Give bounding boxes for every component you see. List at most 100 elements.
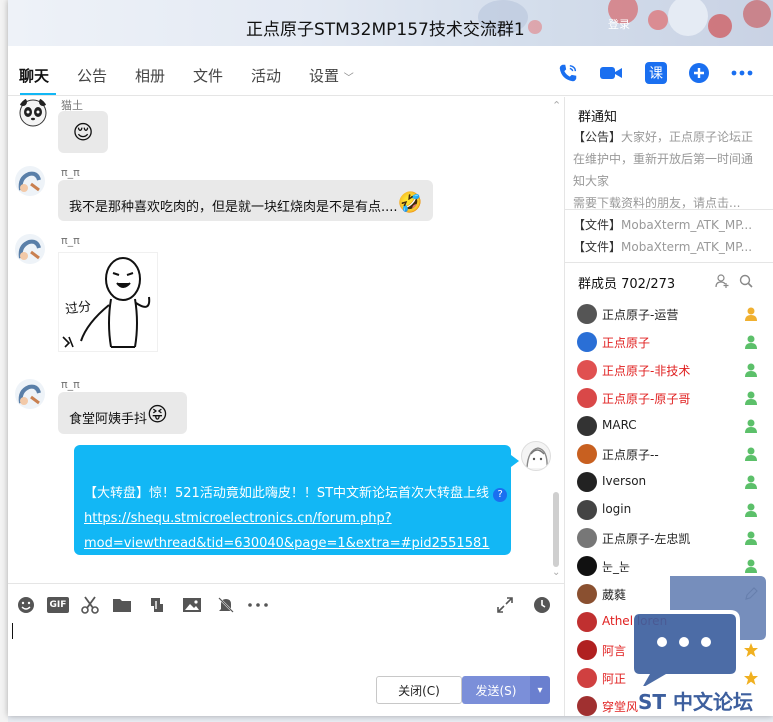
- lesson-icon-label: 课: [645, 62, 667, 84]
- bubble-tail: [511, 455, 519, 467]
- file-name: MobaXterm_ATK_MP...: [621, 240, 753, 254]
- decor: [708, 14, 732, 38]
- member-avatar: [577, 528, 597, 548]
- more-icon[interactable]: [730, 61, 754, 85]
- tab-files[interactable]: 文件: [193, 65, 223, 86]
- file-item[interactable]: 【文件】MobaXterm_ATK_MP...: [573, 216, 763, 233]
- more-icon[interactable]: [248, 595, 268, 615]
- phone-icon[interactable]: [556, 61, 580, 85]
- member-item[interactable]: 正点原子-左忠凯: [577, 526, 767, 550]
- member-name: login: [602, 502, 632, 516]
- avatar[interactable]: [15, 379, 45, 409]
- member-role-icon: [743, 530, 759, 546]
- add-member-icon[interactable]: [715, 274, 729, 292]
- close-button[interactable]: 关闭(C): [376, 676, 462, 704]
- member-role-icon: [743, 362, 759, 378]
- scissors-icon[interactable]: [80, 595, 100, 615]
- member-item[interactable]: 正点原子-运营: [577, 302, 767, 326]
- clock-icon[interactable]: [532, 595, 552, 615]
- help-icon[interactable]: ?: [493, 488, 508, 502]
- member-item[interactable]: 正点原子-非技术: [577, 358, 767, 382]
- send-button[interactable]: 发送(S): [462, 676, 530, 704]
- background-window: [0, 0, 8, 722]
- avatar[interactable]: [18, 97, 48, 127]
- tab-chat[interactable]: 聊天: [19, 65, 49, 86]
- avatar[interactable]: [15, 166, 45, 196]
- member-name: 正点原子-运营: [602, 308, 679, 322]
- member-avatar: [577, 416, 597, 436]
- decor: [743, 0, 771, 28]
- divider: [565, 262, 773, 263]
- scrollbar[interactable]: [553, 492, 559, 567]
- file-item[interactable]: 【文件】MobaXterm_ATK_MP...: [573, 238, 763, 255]
- message-bubble[interactable]: 我不是那种喜欢吃肉的，但是就一块红烧肉是不是有点....🤣: [58, 180, 433, 221]
- decor: [528, 20, 542, 34]
- tab-settings[interactable]: 设置 ﹀: [309, 65, 354, 86]
- decor: [648, 10, 668, 30]
- collapse-icon[interactable]: ⌃: [552, 99, 561, 112]
- member-item[interactable]: 正点原子--: [577, 442, 767, 466]
- image-icon[interactable]: [182, 595, 202, 615]
- shake-icon[interactable]: [147, 595, 167, 615]
- members-title: 群成员 702/273: [578, 277, 676, 292]
- member-name: 阿正: [602, 672, 627, 686]
- gif-icon[interactable]: GIF: [46, 595, 70, 615]
- notice-body[interactable]: 【公告】大家好，正点原子论坛正在维护中，重新开放后第一时间通知大家 需要下载资料的…: [573, 126, 763, 214]
- send-options-icon[interactable]: ▾: [530, 676, 550, 704]
- message-text: 我不是那种喜欢吃肉的，但是就一块红烧肉是不是有点....: [69, 200, 398, 215]
- member-role-icon: [743, 502, 759, 518]
- video-icon[interactable]: [599, 61, 623, 85]
- file-prefix: 【文件】: [573, 218, 622, 232]
- sticker-image[interactable]: 过分: [58, 252, 158, 352]
- member-name: 葳蕤: [602, 588, 627, 602]
- self-avatar[interactable]: [521, 441, 551, 471]
- member-name: 正点原子: [602, 336, 651, 350]
- sticker-caption: 过分: [64, 299, 93, 318]
- add-app-icon[interactable]: [687, 61, 711, 85]
- search-icon[interactable]: [739, 274, 753, 292]
- member-role-icon: [743, 306, 759, 322]
- file-name: MobaXterm_ATK_MP...: [621, 218, 753, 232]
- member-item[interactable]: Iverson: [577, 470, 767, 494]
- member-avatar: [577, 472, 597, 492]
- folder-icon[interactable]: [112, 595, 132, 615]
- file-prefix: 【文件】: [573, 240, 622, 254]
- window-title: 正点原子STM32MP157技术交流群1: [246, 20, 525, 40]
- message-list[interactable]: ⌃ 猫土 😌 π_π 我不是那种喜欢吃肉的，但是就一块红烧肉是不是有点....🤣…: [8, 97, 564, 582]
- member-avatar: [577, 388, 597, 408]
- member-item[interactable]: 눈_눈: [577, 554, 767, 578]
- gif-label: GIF: [47, 597, 69, 613]
- tab-album[interactable]: 相册: [135, 65, 165, 86]
- member-item[interactable]: login: [577, 498, 767, 522]
- tab-activity[interactable]: 活动: [251, 65, 281, 86]
- scroll-down-icon[interactable]: ⌄: [552, 567, 560, 578]
- member-avatar: [577, 500, 597, 520]
- screen: 正点原子STM32MP157技术交流群1 登录 聊天 公告 相册 文件 活动 设…: [0, 0, 773, 722]
- lesson-icon[interactable]: 课: [644, 61, 668, 85]
- tab-notice[interactable]: 公告: [77, 65, 107, 86]
- member-item[interactable]: 正点原子: [577, 330, 767, 354]
- avatar[interactable]: [15, 234, 45, 264]
- tab-bar: 聊天 公告 相册 文件 活动 设置 ﹀ 课: [8, 46, 773, 96]
- member-role-icon: [743, 558, 759, 574]
- member-item[interactable]: 正点原子-原子哥: [577, 386, 767, 410]
- message-link[interactable]: https://shequ.stmicroelectronics.cn/foru…: [84, 511, 392, 526]
- smiley-icon[interactable]: [16, 595, 36, 615]
- message-bubble[interactable]: 食堂阿姨手抖😝: [58, 392, 187, 434]
- sender-name: π_π: [61, 378, 80, 391]
- self-message-bubble[interactable]: 【大转盘】惊！521活动竟如此嗨皮！！ST中文新论坛首次大转盘上线 ? http…: [74, 445, 511, 555]
- expand-icon[interactable]: [495, 595, 515, 615]
- message-bubble[interactable]: 😌: [58, 111, 108, 153]
- member-item[interactable]: MARC: [577, 414, 767, 438]
- divider: [565, 209, 773, 210]
- mute-icon[interactable]: [216, 595, 236, 615]
- message-link-cont[interactable]: mod=viewthread&tid=630040&page=1&extra=#…: [84, 536, 490, 551]
- member-avatar: [577, 696, 597, 716]
- message-text: 食堂阿姨手抖: [69, 412, 148, 427]
- watermark-text: ST 中文论坛: [638, 690, 754, 714]
- title-bar[interactable]: 正点原子STM32MP157技术交流群1 登录: [8, 0, 773, 46]
- notice-title: 群通知: [578, 110, 618, 125]
- member-role-icon: [743, 418, 759, 434]
- login-label[interactable]: 登录: [608, 16, 630, 32]
- member-role-icon: [743, 334, 759, 350]
